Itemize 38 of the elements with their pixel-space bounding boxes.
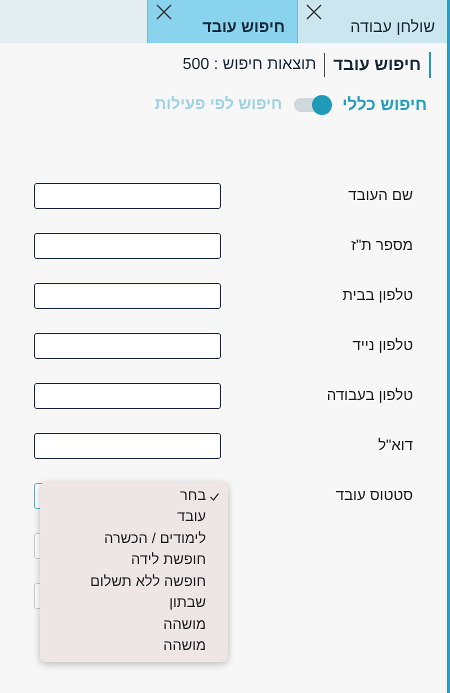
input-field[interactable] (34, 183, 221, 209)
dropdown-option[interactable]: חופשה ללא תשלום (40, 572, 228, 594)
dropdown-option[interactable]: שבתון (40, 594, 228, 615)
field-label: טלפון נייד (352, 336, 413, 356)
field-label: שם העובד (348, 186, 413, 206)
close-icon[interactable] (156, 4, 172, 20)
option-label: מושהה (163, 637, 206, 656)
general-search-label: חיפוש כללי (342, 94, 427, 116)
close-icon[interactable] (306, 4, 322, 20)
field-label: מספר ת"ז (351, 236, 413, 256)
dropdown-option[interactable]: חופשת לידה (40, 550, 228, 572)
option-label: לימודים / הכשרה (104, 530, 206, 549)
option-label: חופשת לידה (130, 551, 206, 570)
input-field[interactable] (34, 383, 221, 409)
input-field[interactable] (34, 433, 221, 459)
option-label: מושהה (163, 616, 206, 635)
search-mode-toggle[interactable] (294, 98, 330, 112)
option-label: בחר (180, 486, 206, 506)
option-label: חופשה ללא תשלום (90, 572, 206, 592)
field-label: טלפון בבית (342, 286, 413, 306)
field-label: סטטוס עובד (336, 486, 413, 506)
dropdown-option[interactable]: מושהה (40, 615, 228, 636)
results-count: תוצאות חיפוש : 500 (182, 53, 326, 77)
field-label: דוא"ל (378, 436, 413, 456)
page-title: חיפוש עובד (333, 52, 431, 78)
input-field[interactable] (34, 333, 221, 359)
option-label: עובד (177, 508, 206, 528)
tab[interactable]: שולחן עבודה (297, 0, 447, 43)
input-field[interactable] (34, 283, 221, 309)
input-field[interactable] (34, 233, 221, 259)
dropdown-option[interactable]: מושהה (40, 636, 228, 658)
dropdown-option[interactable]: עובד (40, 508, 228, 529)
tab[interactable]: חיפוש עובד (147, 0, 297, 43)
option-label: שבתון (169, 594, 206, 614)
activity-search-label: חיפוש לפי פעילות (154, 95, 282, 115)
field-label: טלפון בעבודה (326, 386, 413, 406)
dropdown-option[interactable]: בחר (40, 486, 228, 508)
dropdown-option[interactable]: לימודים / הכשרה (40, 529, 228, 550)
